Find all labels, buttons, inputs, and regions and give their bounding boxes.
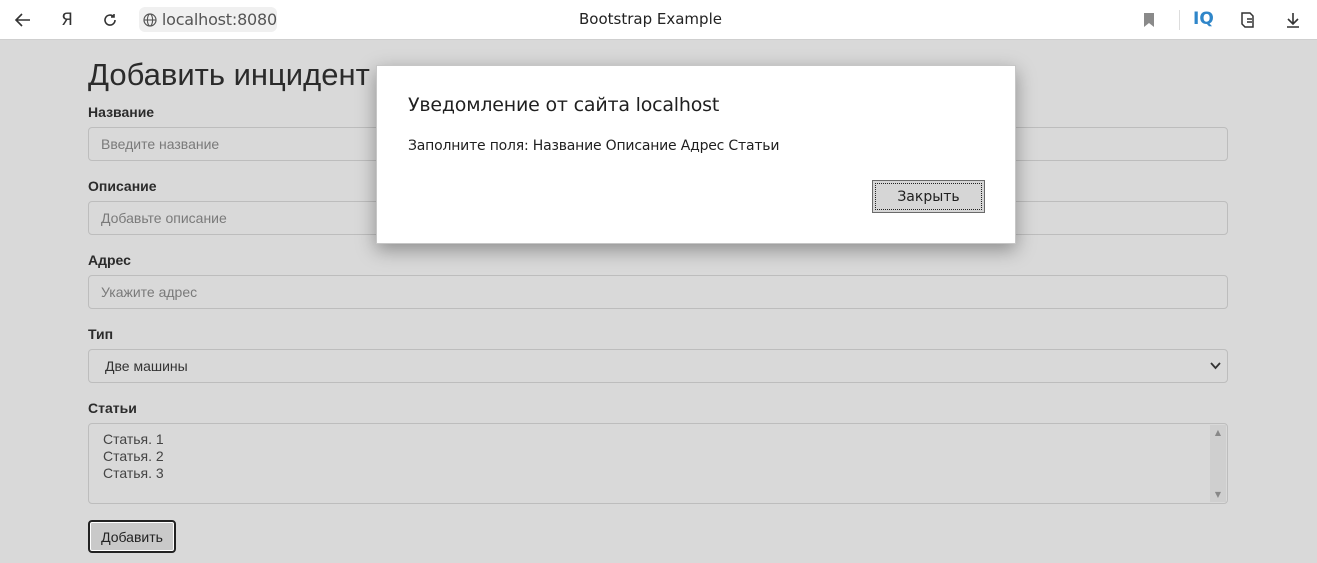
reader-icon[interactable] — [1237, 8, 1261, 32]
address-label: Адрес — [88, 252, 131, 268]
type-selected-value: Две машины — [105, 358, 188, 374]
articles-listbox[interactable]: Статья. 1 Статья. 2 Статья. 3 ▲ ▼ — [88, 423, 1228, 504]
description-label: Описание — [88, 178, 157, 194]
toolbar-separator — [1179, 10, 1180, 30]
iq-icon[interactable]: IQ — [1193, 9, 1214, 29]
address-input[interactable]: Укажите адрес — [88, 275, 1228, 309]
articles-label: Статьи — [88, 400, 137, 416]
chevron-down-icon — [1210, 359, 1221, 373]
dialog-title: Уведомление от сайта localhost — [408, 94, 720, 116]
list-item[interactable]: Статья. 3 — [103, 465, 164, 481]
alert-dialog: Уведомление от сайта localhost Заполните… — [376, 65, 1016, 244]
close-button[interactable]: Закрыть — [872, 180, 985, 213]
list-item[interactable]: Статья. 1 — [103, 431, 164, 447]
scroll-down-arrow-icon[interactable]: ▼ — [1210, 490, 1226, 499]
page-title: Добавить инцидент — [88, 57, 370, 92]
list-item[interactable]: Статья. 2 — [103, 448, 164, 464]
scroll-up-arrow-icon[interactable]: ▲ — [1210, 428, 1226, 437]
listbox-scrollbar[interactable]: ▲ ▼ — [1210, 425, 1226, 502]
name-label: Название — [88, 104, 155, 120]
dialog-message: Заполните поля: Название Описание Адрес … — [408, 138, 780, 154]
browser-toolbar: Я localhost:8080 Bootstrap Example IQ — [0, 0, 1317, 40]
tab-title: Bootstrap Example — [579, 10, 722, 28]
add-button[interactable]: Добавить — [88, 520, 176, 553]
type-select[interactable]: Две машины — [88, 349, 1228, 383]
type-label: Тип — [88, 326, 114, 342]
bookmark-icon[interactable] — [1137, 8, 1161, 32]
download-icon[interactable] — [1281, 8, 1305, 32]
